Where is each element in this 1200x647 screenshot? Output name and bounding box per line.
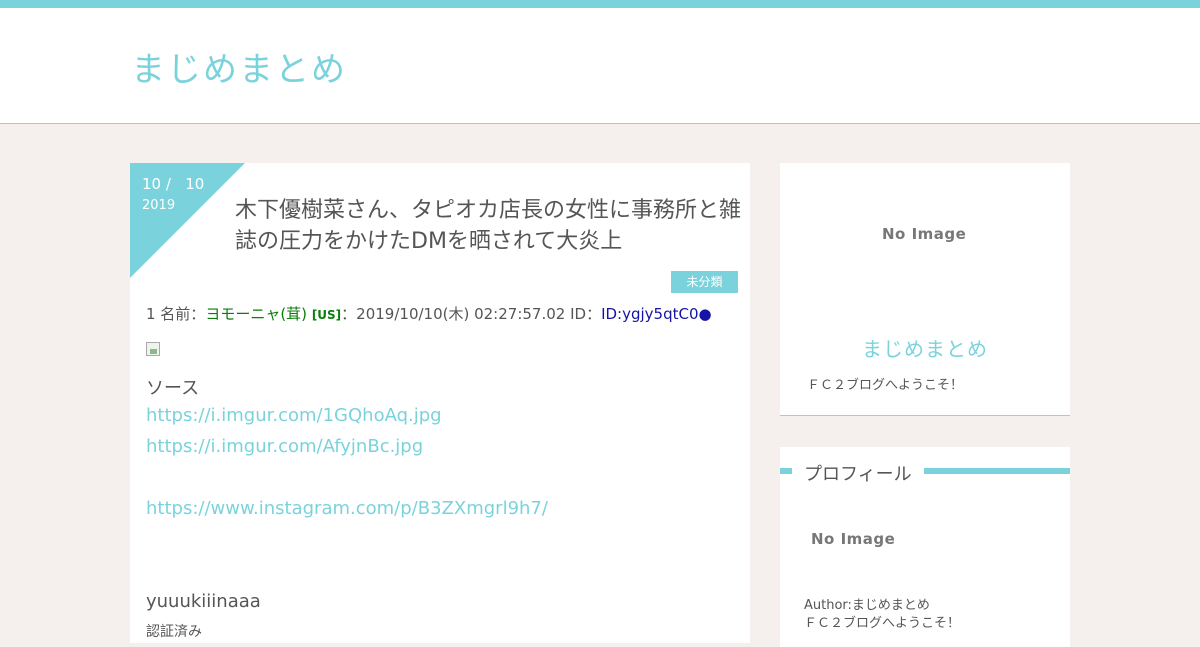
instagram-link[interactable]: https://www.instagram.com/p/B3ZXmgrl9h7/ (146, 498, 548, 519)
res-country-flag: [US] (311, 308, 342, 322)
profile-author: Author:まじめまとめ (804, 598, 930, 613)
blog-info-card: No Image まじめまとめ ＦＣ２ブログへようこそ！ (780, 163, 1070, 416)
site-title-link[interactable]: まじめまとめ (131, 42, 347, 91)
article-card: 10 / 10 2019 木下優樹菜さん、タピオカ店長の女性に事務所と雑誌の圧力… (130, 163, 750, 643)
res-datetime: ：2019/10/10(木) 02:27:57.02 ID： (341, 305, 602, 323)
category-tag[interactable]: 未分類 (671, 271, 738, 293)
broken-image-icon[interactable] (146, 342, 160, 356)
post-date-month-day: 10 / 10 (142, 175, 205, 193)
source-label: ソース (146, 378, 200, 399)
res-user-id: ID:ygjy5qtC0● (601, 305, 712, 323)
profile-heading: プロフィール (804, 464, 912, 485)
profile-description: ＦＣ２ブログへようこそ！ (804, 616, 961, 631)
top-accent-bar (0, 0, 1200, 8)
heading-bar-left (780, 468, 792, 474)
profile-card: プロフィール No Image Author:まじめまとめ ＦＣ２ブログへようこ… (780, 447, 1070, 647)
heading-bar-right (924, 468, 1070, 474)
res-number: 1 名前： (146, 305, 206, 323)
blog-name-link[interactable]: まじめまとめ (780, 333, 1070, 362)
verified-label: 認証済み (146, 624, 202, 640)
post-date-year: 2019 (142, 198, 176, 213)
res-author-name: ヨモーニャ(茸) (205, 305, 308, 323)
res-header: 1 名前：ヨモーニャ(茸) [US]：2019/10/10(木) 02:27:5… (146, 303, 712, 324)
post-title[interactable]: 木下優樹菜さん、タピオカ店長の女性に事務所と雑誌の圧力をかけたDMを晒されて大炎… (235, 195, 750, 257)
blog-description: ＦＣ２ブログへようこそ！ (807, 378, 964, 393)
source-link-1[interactable]: https://i.imgur.com/1GQhoAq.jpg (146, 405, 442, 426)
blog-image-placeholder: No Image (882, 225, 967, 243)
site-header: まじめまとめ (0, 8, 1200, 124)
embed-username: yuuukiiinaaa (146, 591, 261, 612)
source-link-2[interactable]: https://i.imgur.com/AfyjnBc.jpg (146, 436, 423, 457)
profile-image-placeholder: No Image (811, 530, 896, 548)
